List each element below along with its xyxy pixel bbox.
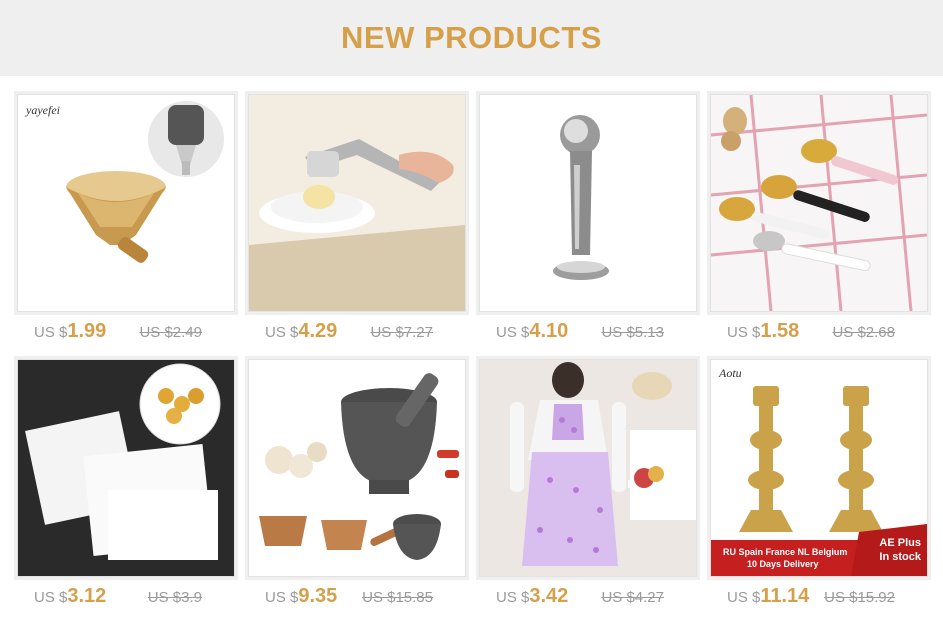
product-image[interactable] [248, 359, 466, 577]
price-row: US $ 4.10 US $5.13 [496, 320, 696, 344]
currency-label: US $ [265, 589, 299, 606]
section-title: NEW PRODUCTS [341, 20, 602, 55]
badge-title: AE Plus [879, 537, 921, 549]
product-image[interactable] [710, 94, 928, 312]
product-image[interactable] [479, 359, 697, 577]
banner-delivery: 10 Days Delivery [747, 559, 819, 569]
currency-label: US $ [496, 589, 530, 606]
currency-label: US $ [727, 324, 761, 341]
price-row: US $ 4.29 US $7.27 [265, 320, 465, 344]
current-price: 1.99 [67, 320, 107, 342]
product-image[interactable] [248, 94, 466, 312]
price-row: US $ 3.42 US $4.27 [496, 585, 696, 609]
current-price: 11.14 [760, 585, 810, 607]
original-price: US $2.68 [832, 324, 895, 341]
brand-watermark: yayefei [26, 103, 60, 117]
original-price: US $3.9 [147, 589, 202, 606]
product-image[interactable]: yayefei [17, 94, 235, 312]
banner-countries: RU Spain France NL Belgium [723, 547, 848, 557]
product-card[interactable]: US $ 3.42 US $4.27 [479, 359, 697, 607]
product-card[interactable]: US $ 9.35 US $15.85 [248, 359, 466, 607]
original-price: US $7.27 [370, 324, 433, 341]
product-card[interactable]: US $ 3.12 US $3.9 [17, 359, 235, 607]
currency-label: US $ [496, 324, 530, 341]
product-grid: yayefei US $ 1.99 US $2.49 US $ 4.29 US … [0, 76, 943, 643]
currency-label: US $ [727, 589, 761, 606]
product-image[interactable] [479, 94, 697, 312]
product-card[interactable]: Aotu RU Spain France NL Belgium 10 Days … [710, 359, 928, 607]
currency-label: US $ [265, 324, 299, 341]
price-row: US $ 1.58 US $2.68 [727, 320, 927, 344]
brand-watermark: Aotu [719, 366, 742, 380]
current-price: 1.58 [760, 320, 800, 342]
current-price: 9.35 [298, 585, 338, 607]
badge-stock: In stock [879, 551, 921, 563]
ae-plus-badge: AE Plus In stock [879, 536, 921, 564]
current-price: 3.12 [67, 585, 107, 607]
price-row: US $ 3.12 US $3.9 [34, 585, 234, 609]
currency-label: US $ [34, 324, 68, 341]
section-header: NEW PRODUCTS [0, 0, 943, 76]
product-image[interactable]: Aotu RU Spain France NL Belgium 10 Days … [710, 359, 928, 577]
original-price: US $5.13 [601, 324, 664, 341]
delivery-banner: RU Spain France NL Belgium 10 Days Deliv… [723, 546, 847, 570]
product-card[interactable]: US $ 4.10 US $5.13 [479, 94, 697, 342]
product-card[interactable]: yayefei US $ 1.99 US $2.49 [17, 94, 235, 342]
original-price: US $4.27 [601, 589, 664, 606]
current-price: 4.29 [298, 320, 338, 342]
product-card[interactable]: US $ 4.29 US $7.27 [248, 94, 466, 342]
currency-label: US $ [34, 589, 68, 606]
product-card[interactable]: US $ 1.58 US $2.68 [710, 94, 928, 342]
current-price: 4.10 [529, 320, 569, 342]
original-price: US $2.49 [139, 324, 202, 341]
product-image[interactable] [17, 359, 235, 577]
original-price: US $15.92 [824, 589, 895, 606]
price-row: US $ 11.14 US $15.92 [727, 585, 927, 609]
original-price: US $15.85 [362, 589, 433, 606]
current-price: 3.42 [529, 585, 569, 607]
price-row: US $ 9.35 US $15.85 [265, 585, 465, 609]
price-row: US $ 1.99 US $2.49 [34, 320, 234, 344]
